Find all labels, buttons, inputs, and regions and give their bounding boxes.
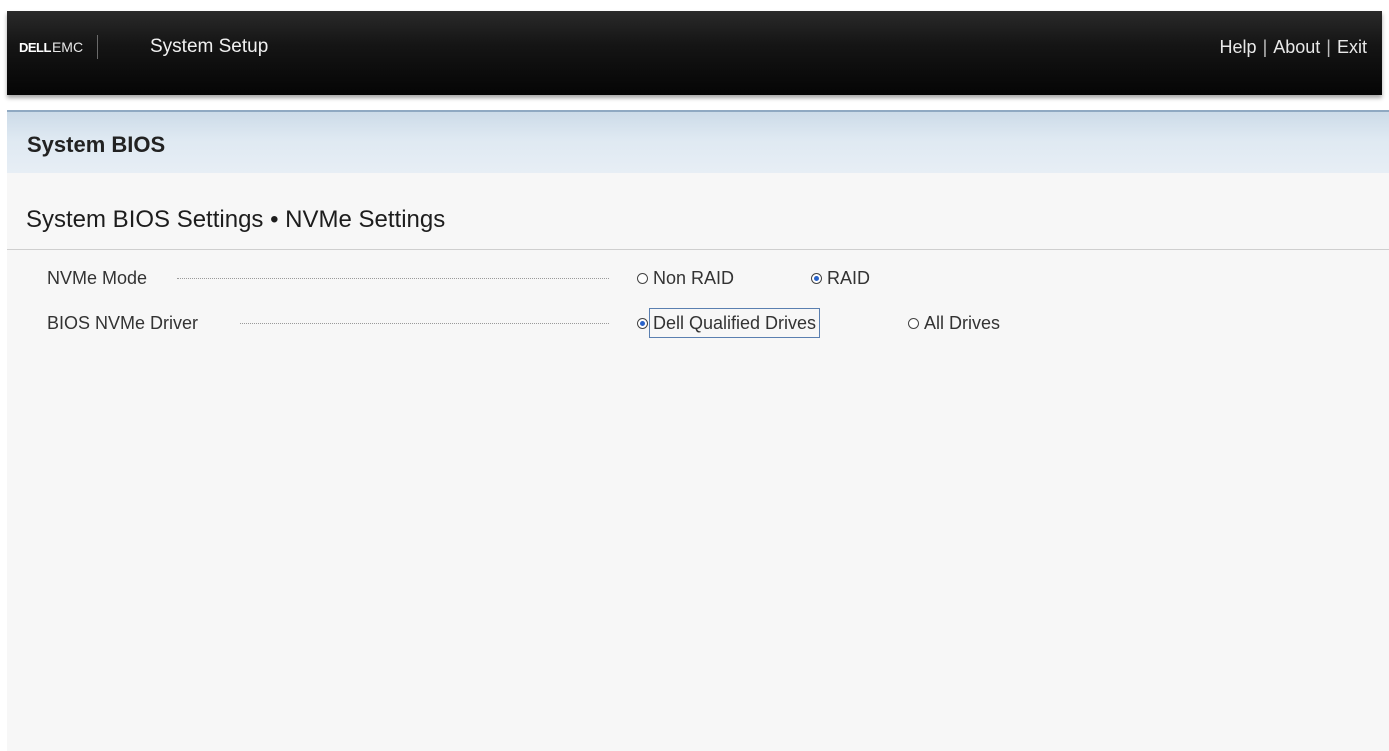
setting-label-nvme-mode: NVMe Mode: [47, 268, 148, 288]
system-setup-screen: DELL EMC System Setup Help | About | Exi…: [0, 0, 1389, 751]
radio-option-raid[interactable]: RAID: [811, 265, 870, 291]
setting-label-bios-nvme-driver: BIOS NVMe Driver: [47, 313, 199, 333]
setting-row-nvme-mode: NVMe Mode Non RAID RAID: [47, 265, 1247, 291]
dell-emc-logo: DELL EMC: [19, 33, 99, 61]
setting-row-bios-nvme-driver: BIOS NVMe Driver Dell Qualified Drives A…: [47, 308, 1247, 338]
page-title: System BIOS: [27, 132, 166, 157]
option-label: All Drives: [924, 312, 1001, 333]
dotted-leader: [177, 278, 609, 279]
section-title: System BIOS Settings • NVMe Settings: [26, 206, 446, 233]
option-label-focused: Dell Qualified Drives: [649, 308, 821, 338]
app-title: System Setup: [150, 36, 269, 57]
option-label: RAID: [827, 267, 871, 288]
help-link[interactable]: Help: [1220, 34, 1257, 60]
radio-unchecked-icon: [637, 272, 648, 284]
option-label: Non RAID: [653, 267, 735, 288]
radio-checked-icon: [637, 317, 648, 329]
link-separator: |: [1262, 37, 1268, 57]
header-links: Help | About | Exit: [1220, 34, 1367, 60]
radio-unchecked-icon: [908, 317, 919, 329]
brand-emc-text: EMC: [51, 39, 84, 55]
link-separator: |: [1326, 37, 1331, 57]
brand-divider: [97, 35, 99, 59]
main-content: System BIOS System BIOS Settings • NVMe …: [7, 110, 1389, 751]
brand-dell-text: DELL: [19, 39, 51, 55]
section-divider: [7, 249, 1389, 250]
page-header-band: System BIOS: [7, 110, 1389, 173]
radio-option-all-drives[interactable]: All Drives: [908, 310, 1000, 336]
radio-checked-icon: [811, 272, 822, 284]
radio-option-non-raid[interactable]: Non RAID: [637, 265, 734, 291]
about-link[interactable]: About: [1273, 34, 1320, 60]
radio-option-dell-qualified-drives[interactable]: Dell Qualified Drives: [637, 308, 821, 338]
dotted-leader: [240, 323, 609, 324]
top-header-bar: DELL EMC System Setup Help | About | Exi…: [7, 11, 1382, 95]
exit-link[interactable]: Exit: [1337, 34, 1367, 60]
